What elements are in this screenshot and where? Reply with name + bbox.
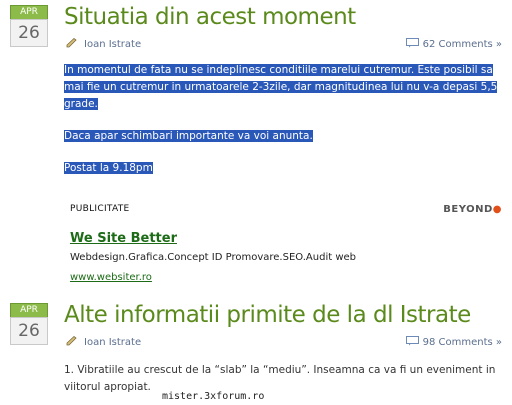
post-title[interactable]: Alte informatii primite de la dl Istrate [64, 302, 471, 328]
comments-link[interactable]: 98 Comments » [405, 336, 502, 348]
comments-count[interactable]: 98 Comments » [423, 337, 502, 348]
date-badge: APR 26 [10, 5, 48, 47]
date-badge: APR 26 [10, 303, 48, 345]
author-name[interactable]: Ioan Istrate [84, 39, 141, 50]
ad-block: PUBLICITATE BEYOND● We Site Better Webde… [70, 204, 502, 283]
pen-icon [66, 336, 77, 346]
paragraph: Daca apar schimbari importante va voi an… [64, 130, 313, 142]
brand-dot-icon: ● [492, 204, 502, 215]
watermark: mister.3xforum.ro [160, 391, 267, 402]
ad-url[interactable]: www.websiter.ro [70, 272, 502, 283]
date-day: 26 [10, 19, 48, 47]
ad-brand-name[interactable]: BEYOND [443, 204, 493, 215]
comment-icon [405, 38, 419, 48]
paragraph: 1. Vibratiile au crescut de la “slab” la… [64, 364, 496, 393]
author-name[interactable]: Ioan Istrate [84, 337, 141, 348]
ad-link[interactable]: We Site Better [70, 231, 502, 246]
pen-icon [66, 38, 77, 48]
post-author[interactable]: Ioan Istrate [66, 38, 141, 50]
post-body: In momentul de fata nu se indeplinesc co… [64, 62, 504, 192]
post-body: 1. Vibratiile au crescut de la “slab” la… [64, 362, 504, 396]
post-title[interactable]: Situatia din acest moment [64, 4, 356, 30]
comments-count[interactable]: 62 Comments » [423, 39, 502, 50]
comments-link[interactable]: 62 Comments » [405, 38, 502, 50]
date-day: 26 [10, 317, 48, 345]
post-author[interactable]: Ioan Istrate [66, 336, 141, 348]
ad-brand[interactable]: BEYOND● [443, 204, 502, 215]
ad-label: PUBLICITATE [70, 204, 130, 214]
date-month: APR [10, 5, 48, 19]
date-month: APR [10, 303, 48, 317]
ad-description: Webdesign.Grafica.Concept ID Promovare.S… [70, 252, 356, 263]
post-time: Postat la 9.18pm [64, 162, 153, 174]
comment-icon [405, 336, 419, 346]
post-meta: Ioan Istrate 98 Comments » [66, 336, 506, 350]
post-meta: Ioan Istrate 62 Comments » [66, 38, 506, 52]
paragraph: In momentul de fata nu se indeplinesc co… [64, 64, 498, 110]
